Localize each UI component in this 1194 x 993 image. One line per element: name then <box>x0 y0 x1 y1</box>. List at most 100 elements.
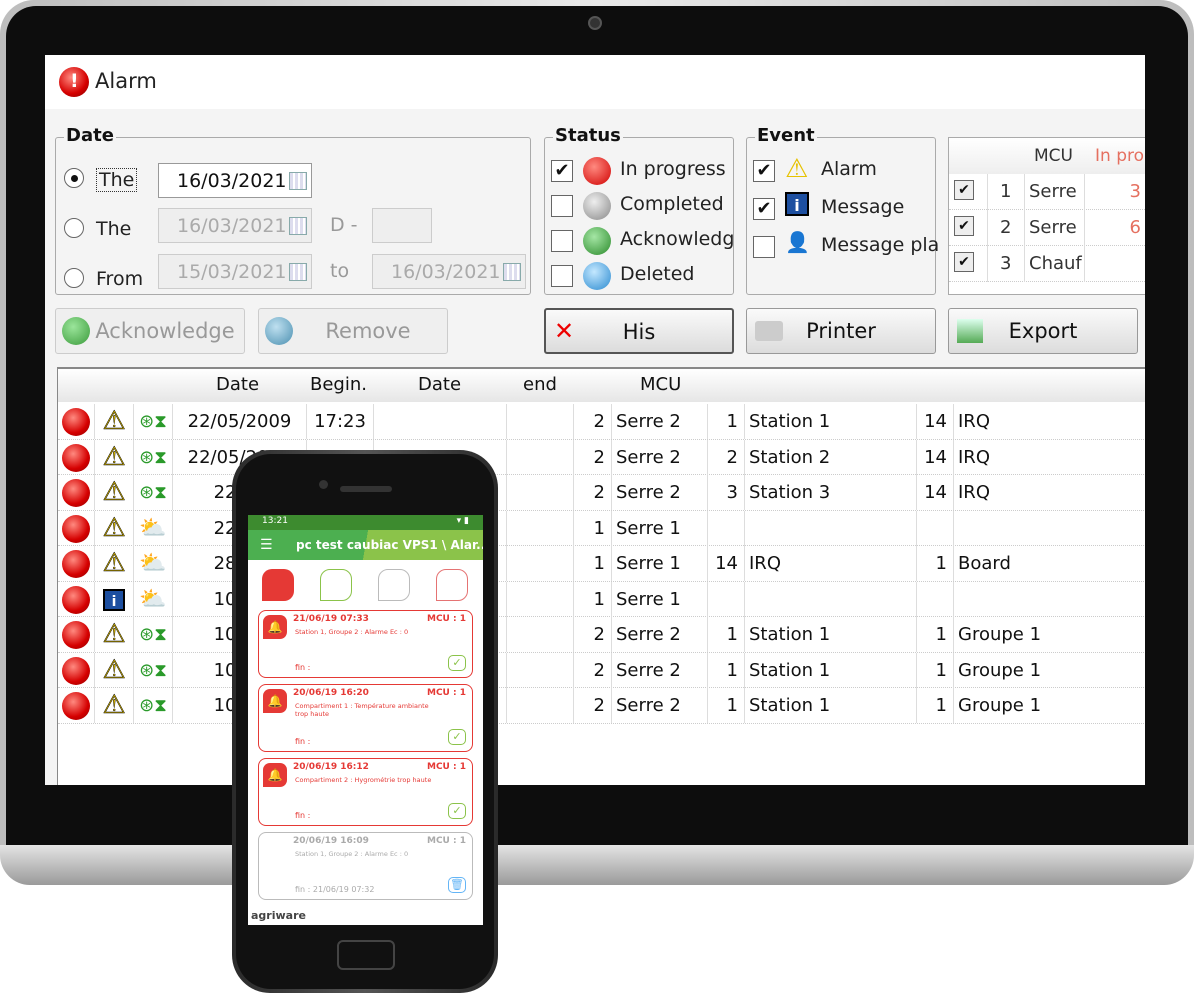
to-date-input[interactable]: 16/03/2021 <box>372 254 526 289</box>
table-row[interactable]: ⚠ ⊛⧗ 22/05/2009 17:23 2 Serre 2 1 Station 1 14 IR… <box>58 404 1145 440</box>
title-bar: Alarm <box>45 55 1145 109</box>
calendar-icon[interactable] <box>503 263 521 281</box>
table-row[interactable]: ⚠⊛⧗10/042Serre 21Station 11Groupe 1 <box>58 688 1145 724</box>
cell-c4: Station 1 <box>745 688 917 723</box>
table-row[interactable]: ⚠ ⊛⧗ 22/05/2009 2 Serre 2 2 Station 2 14 IRQ <box>58 439 1145 475</box>
radio-from[interactable] <box>64 268 84 288</box>
status-legend: Status <box>553 125 623 146</box>
cell <box>507 652 574 688</box>
status-checkbox[interactable]: ✔ <box>551 160 573 182</box>
cell-c2: Serre 1 <box>612 546 708 581</box>
window-title: Alarm <box>95 69 157 93</box>
check-icon[interactable]: ✓ <box>448 729 466 745</box>
date-input[interactable]: 16/03/2021 <box>158 163 312 198</box>
event-checkbox[interactable]: ✔ <box>753 160 775 182</box>
cell-c5 <box>917 510 954 546</box>
header-mcu[interactable]: MCU <box>640 374 681 395</box>
tab-all-stack-icon[interactable] <box>436 569 468 601</box>
cell-c5: 1 <box>917 688 954 723</box>
radio-label: The <box>96 218 132 240</box>
cell-c4: Station 1 <box>745 404 917 439</box>
table-row[interactable]: ⚠⛅22/051Serre 1 <box>58 510 1145 546</box>
status-checkbox[interactable] <box>551 230 573 252</box>
to-label: to <box>330 260 350 282</box>
mcu-row[interactable]: ✔ 1 Serre 3 <box>949 174 1145 210</box>
header-date-end[interactable]: Date <box>418 374 461 395</box>
check-icon[interactable]: ✓ <box>448 655 466 671</box>
alarm-card[interactable]: 🔔 20/06/19 16:12 MCU : 1 Compartiment 2 : H… <box>258 758 473 826</box>
cell-c1: 2 <box>574 652 612 688</box>
his-button[interactable]: ✕ His <box>544 308 734 354</box>
mcu-checkbox[interactable]: ✔ <box>954 216 974 236</box>
mcu-row[interactable]: ✔ 2 Serre 6 <box>949 210 1145 246</box>
cell-c1: 2 <box>574 475 612 510</box>
cell <box>507 404 574 439</box>
calendar-icon[interactable] <box>289 263 307 281</box>
alarm-card[interactable]: 20/06/19 16:09 MCU : 1 Station 1, Groupe 2… <box>258 832 473 900</box>
cell-c4 <box>745 510 917 546</box>
d-minus-label: D - <box>330 214 358 236</box>
warning-icon: ⚠ <box>95 439 134 475</box>
blue-ball-icon <box>265 317 293 345</box>
mcu-row[interactable]: ✔ 3 Chauf <box>949 246 1145 282</box>
table-row[interactable]: ⚠⊛⧗22/052Serre 23Station 314IRQ <box>58 475 1145 511</box>
event-checkbox[interactable]: ✔ <box>753 198 775 220</box>
status-red-icon <box>58 439 95 475</box>
cell-c5: 14 <box>917 404 954 439</box>
calendar-icon[interactable] <box>289 217 307 235</box>
agriware-logo: agriware <box>251 909 306 922</box>
valve-icon: ⊛⧗ <box>134 617 173 652</box>
cell-c6: IRQ <box>954 404 1145 439</box>
table-row[interactable]: i⛅10/041Serre 1 <box>58 581 1145 617</box>
header-begin[interactable]: Begin. <box>310 374 367 395</box>
cell-c5: 14 <box>917 475 954 510</box>
cell-c2: Serre 2 <box>612 617 708 652</box>
cell-c5: 1 <box>917 652 954 688</box>
remove-button[interactable]: Remove <box>258 308 448 354</box>
table-row[interactable]: ⚠⊛⧗10/042Serre 21Station 11Groupe 1 <box>58 652 1145 688</box>
radio-the-date[interactable] <box>64 168 84 188</box>
trash-icon[interactable]: 🗑 <box>448 877 466 893</box>
cell-c6: Groupe 1 <box>954 688 1145 723</box>
header-date[interactable]: Date <box>216 374 259 395</box>
acknowledge-button[interactable]: Acknowledge <box>55 308 245 354</box>
event-checkbox[interactable] <box>753 236 775 258</box>
offset-date-input[interactable]: 16/03/2021 <box>158 208 312 243</box>
cell-c5: 1 <box>917 617 954 652</box>
cell-c2: Serre 1 <box>612 581 708 617</box>
cell-c3 <box>708 581 745 617</box>
cell-c6 <box>954 582 1145 617</box>
menu-icon[interactable]: ☰ <box>260 530 273 560</box>
header-end[interactable]: end <box>523 374 557 395</box>
cell <box>507 475 574 510</box>
check-icon[interactable]: ✓ <box>448 803 466 819</box>
printer-button[interactable]: Printer <box>746 308 936 354</box>
tab-acknowledged-bell-icon[interactable] <box>320 569 352 601</box>
mcu-checkbox[interactable]: ✔ <box>954 180 974 200</box>
status-red-icon <box>58 546 95 581</box>
tab-in-progress-bell-icon[interactable] <box>262 569 294 601</box>
cell-c6: Groupe 1 <box>954 653 1145 688</box>
export-button[interactable]: Export <box>948 308 1138 354</box>
warning-icon: ⚠ <box>95 652 134 688</box>
cell-c4: Station 3 <box>745 475 917 510</box>
table-row[interactable]: ⚠⊛⧗10/042Serre 21Station 11Groupe 1 <box>58 617 1145 653</box>
mcu-checkbox[interactable]: ✔ <box>954 252 974 272</box>
from-date-input[interactable]: 15/03/2021 <box>158 254 312 289</box>
weather-icon: ⛅ <box>134 510 173 546</box>
status-checkbox[interactable] <box>551 195 573 217</box>
tab-completed-bell-icon[interactable] <box>378 569 410 601</box>
alarm-card[interactable]: 🔔 21/06/19 07:33 MCU : 1 Station 1, Groupe … <box>258 610 473 678</box>
warning-icon: ⚠ <box>95 617 134 652</box>
status-checkbox[interactable] <box>551 265 573 287</box>
alarm-card[interactable]: 🔔 20/06/19 16:20 MCU : 1 Compartiment 1 : T… <box>258 684 473 752</box>
radio-the-offset[interactable] <box>64 218 84 238</box>
warning-icon: ⚠ <box>95 510 134 546</box>
table-row[interactable]: ⚠⛅28/041Serre 114IRQ1Board <box>58 546 1145 582</box>
d-minus-input[interactable] <box>372 208 432 243</box>
home-button[interactable] <box>337 940 395 970</box>
valve-icon: ⊛⧗ <box>134 404 173 439</box>
status-ball-icon <box>583 227 611 255</box>
cell-c5: 14 <box>917 439 954 475</box>
calendar-icon[interactable] <box>289 172 307 190</box>
